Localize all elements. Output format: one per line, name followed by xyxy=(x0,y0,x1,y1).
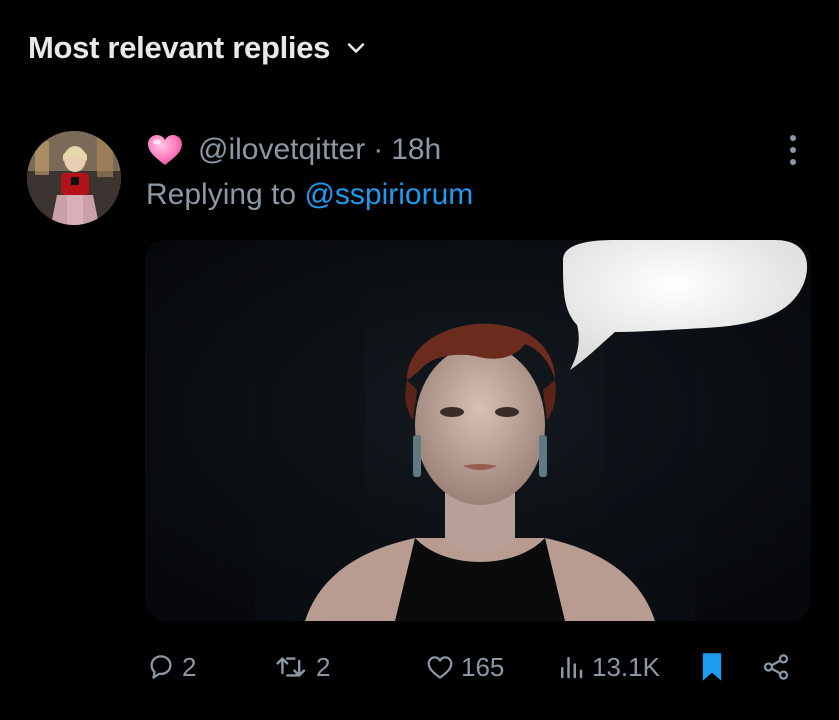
chevron-down-icon xyxy=(347,43,365,53)
view-count: 13.1K xyxy=(592,651,660,682)
share-icon xyxy=(763,654,789,680)
replying-to: Replying to @sspiriorum xyxy=(146,178,473,212)
reply-button[interactable]: 2 xyxy=(146,640,196,694)
sort-replies-label: Most relevant replies xyxy=(28,30,331,65)
bookmark-button[interactable] xyxy=(698,640,726,694)
mention-link[interactable]: @sspiriorum xyxy=(304,178,473,211)
replying-to-prefix: Replying to xyxy=(146,178,305,211)
more-vertical-icon[interactable] xyxy=(782,132,804,168)
avatar[interactable] xyxy=(27,131,121,225)
views-button[interactable]: 13.1K xyxy=(556,640,660,694)
share-button[interactable] xyxy=(761,640,791,694)
heart-outline-icon xyxy=(427,656,453,679)
timestamp[interactable]: 18h xyxy=(391,133,441,167)
repost-button[interactable]: 2 xyxy=(274,640,330,694)
action-bar: 2 2 165 13.1K xyxy=(0,640,839,694)
sort-replies-dropdown[interactable]: Most relevant replies xyxy=(28,30,368,66)
media-image[interactable] xyxy=(145,240,811,621)
author-handle[interactable]: @ilovetqitter xyxy=(198,133,365,167)
photo-illustration xyxy=(145,240,811,621)
reply-count: 2 xyxy=(182,651,197,682)
views-chart-icon xyxy=(561,657,583,679)
reply-meta: @ilovetqitter · 18h xyxy=(146,131,441,169)
bookmark-filled-icon xyxy=(702,653,722,681)
like-count: 165 xyxy=(461,651,505,682)
repost-count: 2 xyxy=(316,651,331,682)
pink-heart-emoji-icon xyxy=(148,135,182,165)
reply-icon xyxy=(150,655,172,679)
repost-icon xyxy=(276,657,306,677)
like-button[interactable]: 165 xyxy=(425,640,504,694)
meta-separator: · xyxy=(373,133,384,166)
